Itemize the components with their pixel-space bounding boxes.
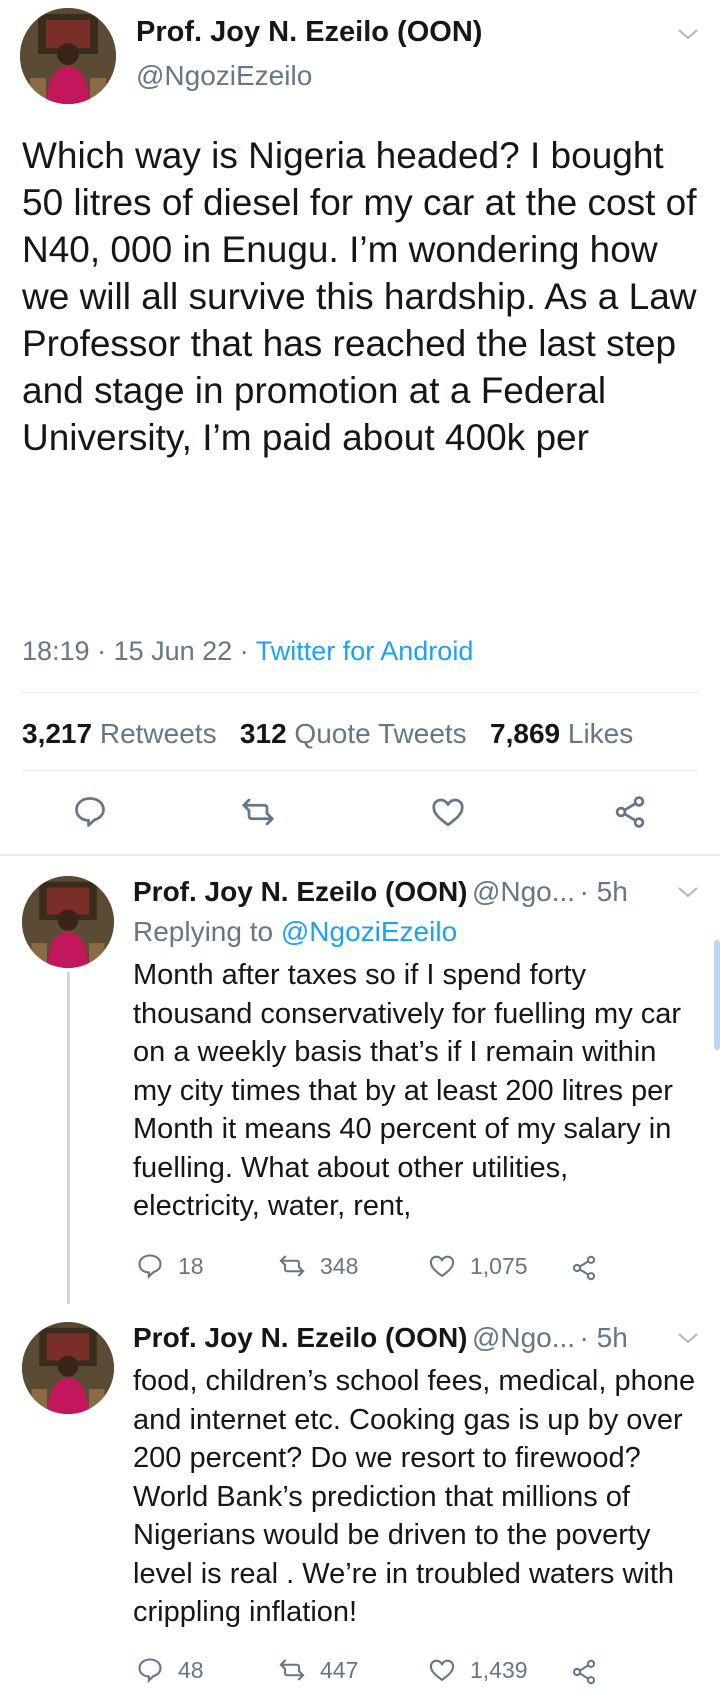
- tweet-meta: 18:19 · 15 Jun 22 · Twitter for Android: [22, 636, 474, 666]
- share-icon[interactable]: [570, 1658, 598, 1691]
- chevron-down-icon[interactable]: [676, 1330, 700, 1351]
- reply-count: 18: [178, 1252, 204, 1279]
- reply-author-name[interactable]: Prof. Joy N. Ezeilo (OON): [133, 1322, 467, 1353]
- reply-avatar[interactable]: [22, 876, 114, 968]
- like-count: 1,439: [470, 1656, 528, 1683]
- retweets-stat[interactable]: 3,217 Retweets: [22, 718, 217, 749]
- reply-avatar[interactable]: [22, 1322, 114, 1414]
- divider: [22, 770, 698, 771]
- retweet-icon[interactable]: [240, 794, 276, 835]
- like-count: 1,075: [470, 1252, 528, 1279]
- retweet-button[interactable]: 348: [278, 1252, 358, 1280]
- divider: [22, 692, 698, 693]
- reply-author-handle[interactable]: @Ngo...: [472, 1322, 575, 1353]
- reply-author-name[interactable]: Prof. Joy N. Ezeilo (OON): [133, 876, 467, 907]
- replying-to-link[interactable]: @NgoziEzeilo: [281, 916, 457, 947]
- reply-button[interactable]: 18: [136, 1252, 204, 1280]
- chevron-down-icon[interactable]: [676, 22, 700, 48]
- tweet-source-link[interactable]: Twitter for Android: [256, 636, 474, 666]
- reply-text: Month after taxes so if I spend forty th…: [133, 959, 682, 1222]
- retweet-button[interactable]: 447: [278, 1656, 358, 1684]
- author-avatar[interactable]: [20, 8, 116, 104]
- chevron-down-icon[interactable]: [676, 884, 700, 905]
- tweet-time: 18:19: [22, 636, 90, 666]
- likes-stat[interactable]: 7,869 Likes: [490, 718, 633, 749]
- reply-age: · 5h: [579, 1322, 628, 1353]
- retweet-count: 348: [320, 1252, 359, 1279]
- quote-tweets-stat[interactable]: 312 Quote Tweets: [240, 718, 467, 749]
- like-icon: [429, 1255, 455, 1278]
- reply-header: Prof. Joy N. Ezeilo (OON) @Ngo... · 5h: [133, 1322, 713, 1354]
- like-button[interactable]: 1,439: [428, 1656, 528, 1684]
- thread-line: [67, 972, 70, 1304]
- tweet-stats: 3,217 Retweets 312 Quote Tweets 7,869 Li…: [22, 718, 633, 750]
- scrollbar-thumb[interactable]: [714, 940, 720, 1050]
- retweet-icon: [279, 1659, 305, 1681]
- reply-icon[interactable]: [72, 794, 108, 835]
- reply-text: food, children’s school fees, medical, p…: [133, 1365, 696, 1628]
- reply-icon: [138, 1658, 162, 1683]
- replying-to: Replying to @NgoziEzeilo: [133, 916, 458, 947]
- tweet-date: 15 Jun 22: [113, 636, 233, 666]
- reply-author-handle[interactable]: @Ngo...: [472, 876, 575, 907]
- share-icon[interactable]: [612, 794, 648, 835]
- reply-count: 48: [178, 1656, 204, 1683]
- section-divider: [0, 854, 720, 856]
- reply-age: · 5h: [579, 876, 628, 907]
- reply-header: Prof. Joy N. Ezeilo (OON) @Ngo... · 5h: [133, 876, 713, 908]
- tweet-text: Which way is Nigeria headed? I bought 50…: [22, 135, 697, 458]
- like-button[interactable]: 1,075: [428, 1252, 528, 1280]
- retweet-count: 447: [320, 1656, 359, 1683]
- author-handle[interactable]: @NgoziEzeilo: [136, 60, 312, 92]
- author-name[interactable]: Prof. Joy N. Ezeilo (OON): [136, 16, 482, 49]
- retweet-icon: [279, 1255, 305, 1277]
- reply-icon: [138, 1254, 162, 1279]
- share-icon[interactable]: [570, 1254, 598, 1287]
- like-icon: [429, 1659, 455, 1682]
- reply-button[interactable]: 48: [136, 1656, 204, 1684]
- like-icon[interactable]: [430, 794, 466, 835]
